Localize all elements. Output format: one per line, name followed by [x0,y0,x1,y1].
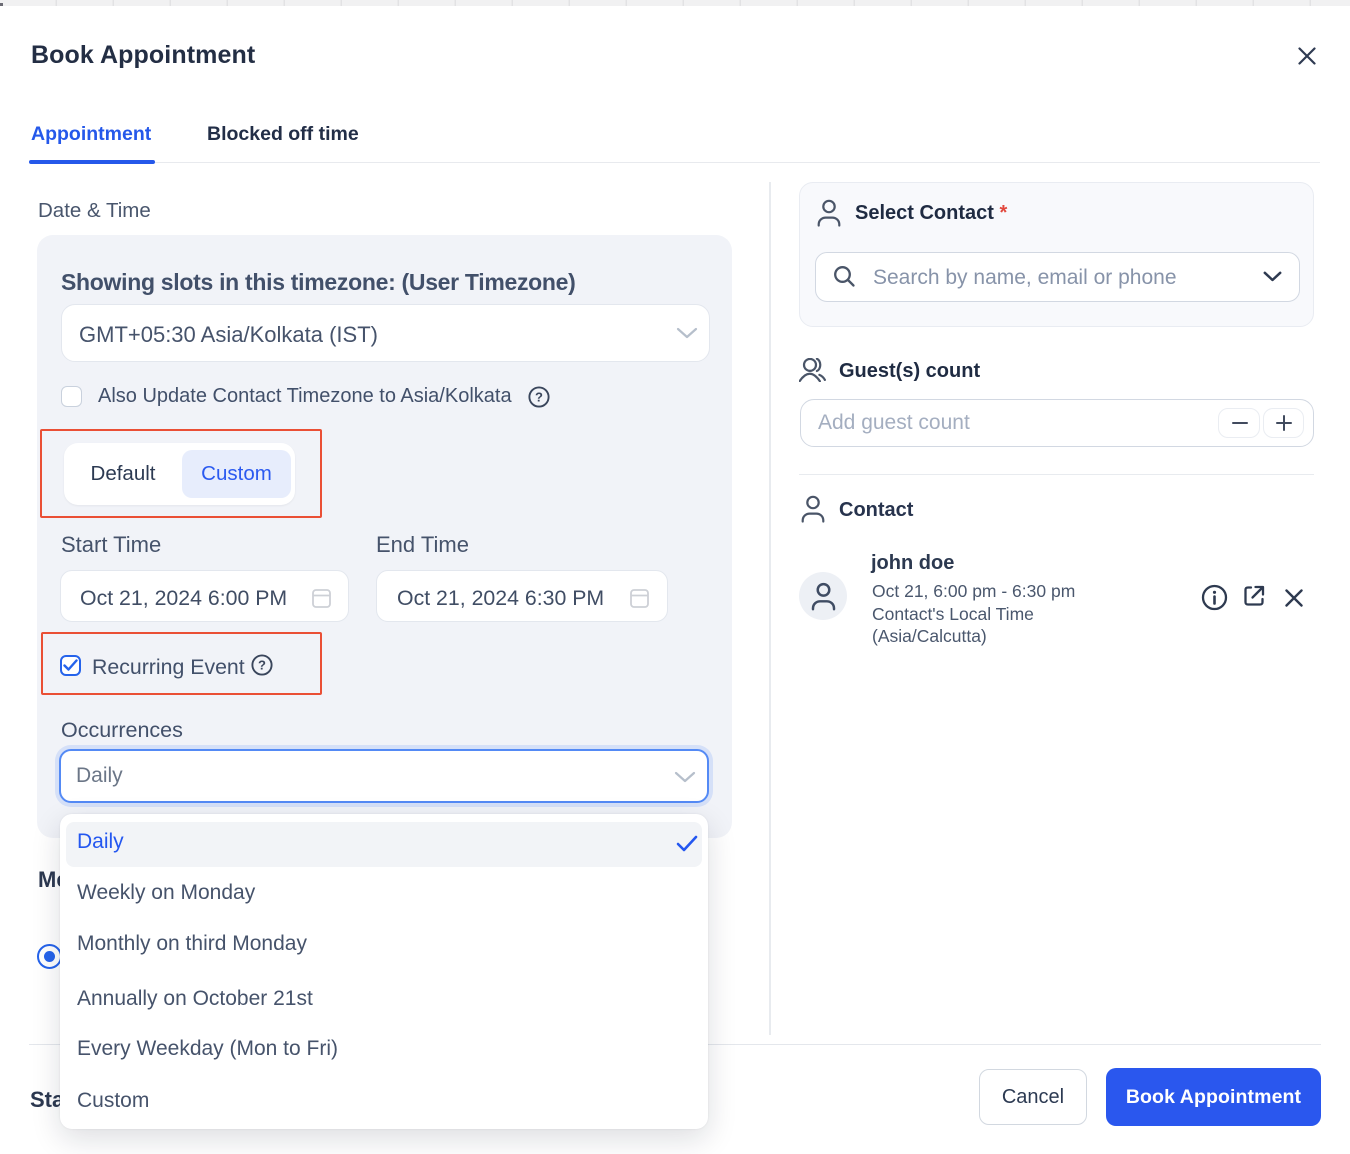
svg-text:?: ? [535,390,543,405]
svg-text:?: ? [258,658,266,673]
